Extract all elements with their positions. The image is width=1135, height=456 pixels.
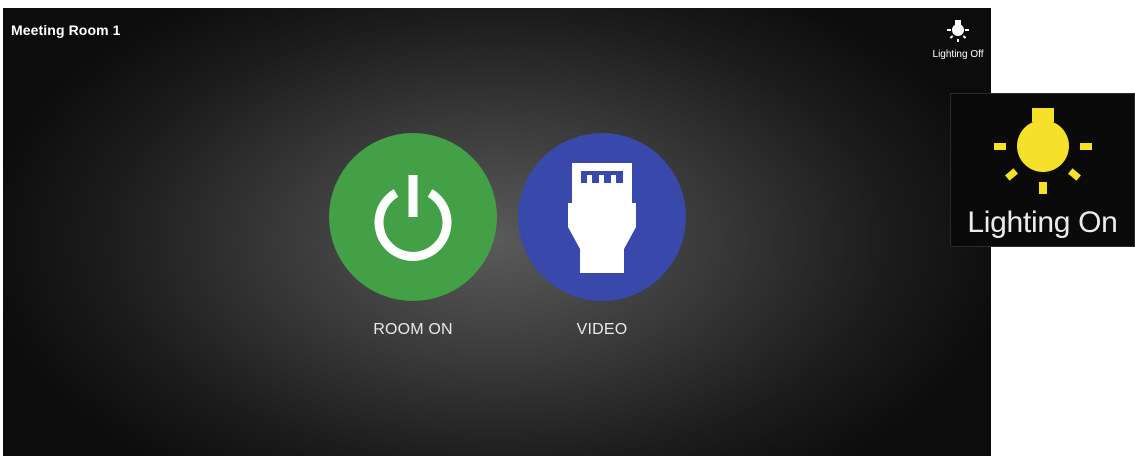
- lighting-on-zoom-inset: Lighting On: [950, 93, 1135, 247]
- video-label: VIDEO: [576, 321, 628, 338]
- lighting-toggle-button[interactable]: Lighting Off: [928, 18, 988, 60]
- hdmi-connector-icon: [568, 163, 636, 273]
- power-icon: [374, 175, 452, 261]
- lighting-status-label: Lighting Off: [932, 49, 984, 60]
- light-bulb-icon: [993, 108, 1092, 194]
- video-circle[interactable]: [518, 133, 686, 301]
- room-control-panel: Meeting Room 1 Lighting Off ROOM ON VIDE…: [3, 8, 991, 456]
- screen: Meeting Room 1 Lighting Off ROOM ON VIDE…: [0, 0, 1135, 456]
- light-bulb-icon: [947, 20, 969, 42]
- room-on-label: ROOM ON: [373, 321, 453, 338]
- lighting-on-label: Lighting On: [967, 206, 1118, 239]
- room-on-circle[interactable]: [329, 133, 497, 301]
- room-title: Meeting Room 1: [11, 22, 121, 38]
- room-on-button[interactable]: ROOM ON: [329, 133, 497, 339]
- video-button[interactable]: VIDEO: [518, 133, 686, 339]
